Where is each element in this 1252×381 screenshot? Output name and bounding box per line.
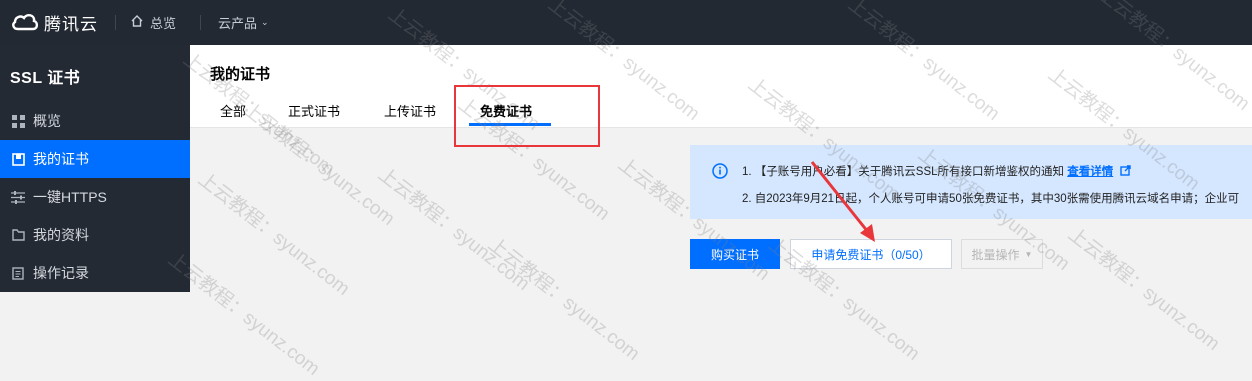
batch-operation-label: 批量操作	[971, 247, 1020, 262]
sidebar-item-label: 操作记录	[33, 265, 89, 281]
watermark-text: 上云教程：syunz.com	[373, 163, 534, 295]
tab-formal-certificates[interactable]: 正式证书	[288, 101, 340, 120]
apply-free-certificate-button[interactable]: 申请免费证书（0/50）	[790, 239, 952, 269]
brand-name: 腾讯云	[44, 14, 98, 34]
batch-operation-dropdown[interactable]: 批量操作 ▼	[961, 239, 1043, 269]
caret-down-icon: ▼	[1024, 249, 1033, 259]
page-header: 我的证书 全部 正式证书 上传证书 免费证书	[190, 45, 1252, 128]
sidebar: SSL 证书 概览 我的证书 一键HTTPS 我的资料 操作记录	[0, 45, 190, 292]
watermark-text: 上云教程：syunz.com	[483, 233, 644, 365]
sidebar-item-overview[interactable]: 概览	[0, 102, 190, 140]
sidebar-item-label: 一键HTTPS	[33, 189, 107, 205]
notice-line-2: 2. 自2023年9月21日起，个人账号可申请50张免费证书，其中30张需使用腾…	[742, 193, 1240, 205]
watermark-text: 上云教程：syunz.com	[1063, 223, 1224, 355]
sidebar-item-one-click-https[interactable]: 一键HTTPS	[0, 178, 190, 216]
watermark-text: 上云教程：syunz.com	[193, 168, 354, 300]
home-icon	[130, 14, 150, 31]
notice-line-1: 1. 【子账号用户必看】关于腾讯云SSL所有接口新增鉴权的通知 查看详情	[742, 163, 1132, 179]
sidebar-item-my-info[interactable]: 我的资料	[0, 216, 190, 254]
sliders-icon	[11, 190, 25, 204]
tab-all[interactable]: 全部	[220, 101, 246, 120]
certificate-icon	[11, 152, 25, 166]
nav-products-label: 云产品	[218, 15, 258, 31]
folder-icon	[11, 228, 25, 242]
nav-overview-label: 总览	[150, 15, 177, 31]
page-title: 我的证书	[210, 66, 271, 83]
divider	[200, 15, 201, 30]
divider	[115, 15, 116, 30]
notice-banner: 1. 【子账号用户必看】关于腾讯云SSL所有接口新增鉴权的通知 查看详情 2. …	[690, 145, 1252, 219]
info-icon	[712, 163, 728, 179]
sidebar-title: SSL 证书	[10, 70, 81, 87]
buy-certificate-button[interactable]: 购买证书	[690, 239, 780, 269]
sidebar-item-label: 我的资料	[33, 227, 89, 243]
nav-overview[interactable]: 总览	[130, 12, 176, 32]
sidebar-item-operation-log[interactable]: 操作记录	[0, 254, 190, 292]
grid-icon	[11, 114, 25, 128]
cloud-logo-icon	[10, 11, 40, 33]
tencent-cloud-logo[interactable]: 腾讯云	[10, 8, 110, 36]
log-icon	[11, 266, 25, 280]
view-details-link[interactable]: 查看详情	[1067, 166, 1113, 178]
external-link-icon[interactable]	[1120, 165, 1132, 179]
notice-line-1-text: 1. 【子账号用户必看】关于腾讯云SSL所有接口新增鉴权的通知	[742, 166, 1065, 178]
top-navigation-bar: 腾讯云 总览 云产品 ⌄	[0, 0, 1252, 45]
sidebar-item-label: 概览	[33, 113, 61, 129]
tab-uploaded-certificates[interactable]: 上传证书	[384, 101, 436, 120]
annotation-highlight-box	[454, 85, 600, 147]
sidebar-item-label: 我的证书	[33, 151, 89, 167]
sidebar-item-my-certificates[interactable]: 我的证书	[0, 140, 190, 178]
nav-cloud-products[interactable]: 云产品 ⌄	[218, 12, 269, 32]
chevron-down-icon: ⌄	[261, 16, 269, 27]
